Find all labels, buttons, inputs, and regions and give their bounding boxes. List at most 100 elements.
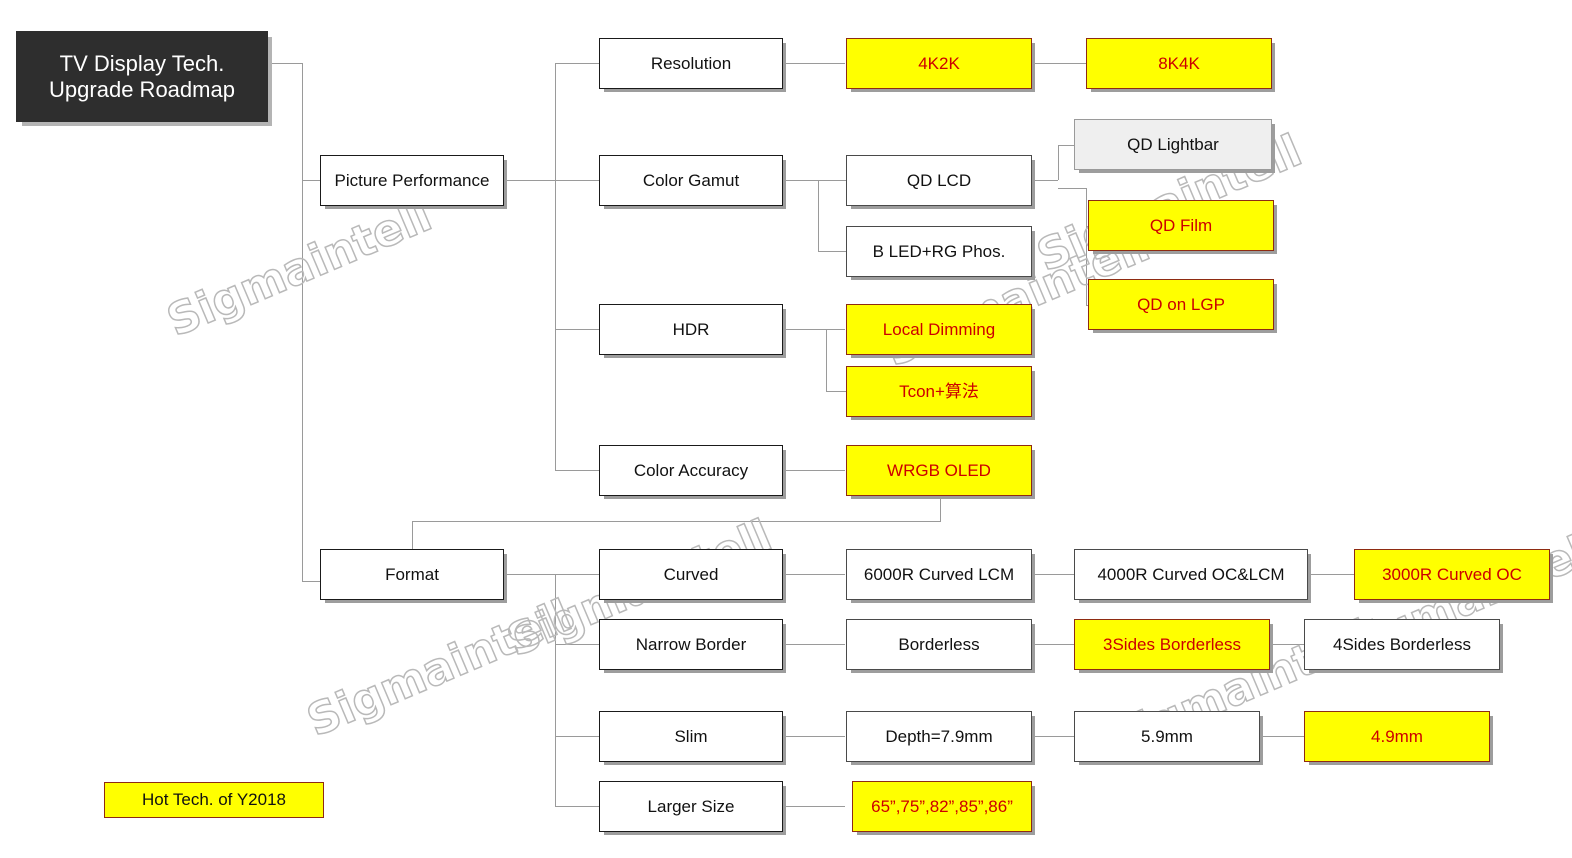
node-3sides-borderless[interactable]: 3Sides Borderless [1074,619,1270,670]
node-label: Larger Size [647,796,735,816]
connector-pp-color-accuracy [555,470,600,471]
root-title-box: TV Display Tech. Upgrade Roadmap [16,31,268,122]
connector-larger-sizes [783,806,845,807]
connector-slim-depth79 [783,736,845,737]
connector-pp-resolution [555,63,600,64]
node-label: 4K2K [918,53,960,73]
node-label: 3Sides Borderless [1103,634,1241,654]
connector-gamut-qdlcd [818,180,846,181]
connector-3sides-4sides [1270,644,1304,645]
connector-wrgb-to-format [412,521,941,522]
node-narrow-border[interactable]: Narrow Border [599,619,783,670]
node-qd-on-lgp[interactable]: QD on LGP [1088,279,1274,330]
node-label: 6000R Curved LCM [863,564,1015,584]
connector-qdlcd-lightbar [1058,145,1074,146]
connector-format-up [412,521,413,549]
legend-hot-tech: Hot Tech. of Y2018 [104,782,324,818]
connector-hdr-out [783,329,845,330]
connector-pp-hdr [555,329,600,330]
node-tcon-algorithm[interactable]: Tcon+算法 [846,366,1032,417]
node-curved[interactable]: Curved [599,549,783,600]
node-label: WRGB OLED [887,460,991,480]
node-qd-film[interactable]: QD Film [1088,200,1274,251]
watermark: Sigmaintell [159,189,439,347]
root-title-line1: TV Display Tech. [59,51,225,77]
node-8k4k[interactable]: 8K4K [1086,38,1272,89]
node-label: Narrow Border [635,634,747,654]
node-depth-7-9mm[interactable]: Depth=7.9mm [846,711,1032,762]
branch-label: Picture Performance [334,170,490,190]
node-label: B LED+RG Phos. [872,241,1006,261]
connector-format-larger [555,806,600,807]
node-label: Slim [674,726,708,746]
node-label: Local Dimming [882,319,996,339]
node-label: QD on LGP [1137,294,1225,314]
node-local-dimming[interactable]: Local Dimming [846,304,1032,355]
connector-format-out [504,574,556,575]
connector-format-spine [555,574,556,806]
node-label: HDR [672,319,710,339]
node-label: Resolution [650,53,732,73]
connector-wrgb-down [940,495,941,521]
node-4sides-borderless[interactable]: 4Sides Borderless [1304,619,1500,670]
connector-pp-spine [555,63,556,471]
node-curved-6000r[interactable]: 6000R Curved LCM [846,549,1032,600]
legend-label: Hot Tech. of Y2018 [142,790,286,810]
branch-picture-performance[interactable]: Picture Performance [320,155,504,206]
node-depth-5-9mm[interactable]: 5.9mm [1074,711,1260,762]
root-title-line2: Upgrade Roadmap [49,76,235,102]
node-slim[interactable]: Slim [599,711,783,762]
connector-to-format [302,581,320,582]
connector-hdr-spine [826,329,827,391]
connector-resolution-4k2k [783,63,845,64]
roadmap-diagram: Sigmaintell Sigmaintell Sigmaintell Sigm… [0,0,1572,858]
node-size-list[interactable]: 65”,75”,82”,85”,86” [852,781,1032,832]
node-label: Depth=7.9mm [885,726,993,746]
connector-to-picture-performance [302,180,320,181]
node-label: 4Sides Borderless [1333,634,1471,654]
node-curved-3000r[interactable]: 3000R Curved OC [1354,549,1550,600]
branch-format[interactable]: Format [320,549,504,600]
connector-qdlcd-out [1032,180,1058,181]
connector-6000r-4000r [1032,574,1074,575]
node-borderless[interactable]: Borderless [846,619,1032,670]
node-label: QD LCD [906,170,972,190]
node-label: Tcon+算法 [899,381,979,401]
node-b-led-rg-phos[interactable]: B LED+RG Phos. [846,226,1032,277]
node-label: 4.9mm [1371,726,1423,746]
node-depth-4-9mm[interactable]: 4.9mm [1304,711,1490,762]
node-label: Color Accuracy [633,460,749,480]
node-resolution[interactable]: Resolution [599,38,783,89]
connector-4000r-3000r [1308,574,1354,575]
node-label: 3000R Curved OC [1382,564,1522,584]
node-label: Curved [663,564,719,584]
node-curved-4000r[interactable]: 4000R Curved OC&LCM [1074,549,1308,600]
node-label: 4000R Curved OC&LCM [1097,564,1285,584]
node-hdr[interactable]: HDR [599,304,783,355]
connector-gamut-bled [818,251,846,252]
node-wrgb-oled[interactable]: WRGB OLED [846,445,1032,496]
node-color-accuracy[interactable]: Color Accuracy [599,445,783,496]
connector-depth79-59 [1032,736,1074,737]
connector-format-narrow [555,644,600,645]
node-4k2k[interactable]: 4K2K [846,38,1032,89]
watermark: Sigmaintell [299,589,579,747]
connector-curved-6000r [783,574,845,575]
connector-pp-color-gamut [555,180,600,181]
node-label: 5.9mm [1141,726,1193,746]
connector-gamut-out [783,180,819,181]
connector-narrow-borderless [783,644,845,645]
node-larger-size[interactable]: Larger Size [599,781,783,832]
node-qd-lightbar[interactable]: QD Lightbar [1074,119,1272,170]
connector-ca-wrgb [783,470,845,471]
connector-gamut-spine [818,180,819,251]
connector-root-spine [302,63,303,581]
node-label: Color Gamut [642,170,740,190]
node-label: 8K4K [1158,53,1200,73]
connector-format-curved [555,574,600,575]
node-color-gamut[interactable]: Color Gamut [599,155,783,206]
node-label: Borderless [898,634,980,654]
branch-label: Format [385,564,439,584]
connector-qdlcd-up [1058,145,1059,180]
node-qd-lcd[interactable]: QD LCD [846,155,1032,206]
